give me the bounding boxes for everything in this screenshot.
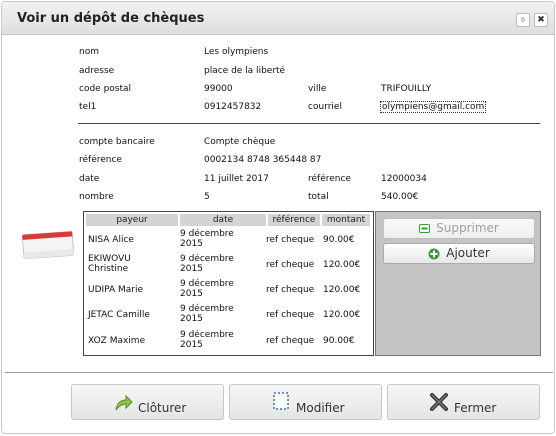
col-header-montant[interactable]: montant xyxy=(322,214,370,226)
cell-montant: 120.00€ xyxy=(323,285,361,295)
code-postal-label: code postal xyxy=(79,84,132,94)
dialog-window: Voir un dépôt de chèques ⌽ ✖ nom Les oly… xyxy=(1,1,555,434)
fermer-label: Fermer xyxy=(454,401,497,415)
cell-date: 9 décembre 2015 xyxy=(180,229,234,249)
reference2-value: 12000034 xyxy=(381,174,427,184)
cell-date: 9 décembre 2015 xyxy=(180,330,234,350)
nom-value: Les olympiens xyxy=(204,47,269,57)
date-label: date xyxy=(79,174,100,184)
minus-icon xyxy=(419,224,431,233)
reference2-label: référence xyxy=(308,174,351,184)
code-postal-value: 99000 xyxy=(204,84,233,94)
supprimer-label: Supprimer xyxy=(436,221,499,235)
col-header-date[interactable]: date xyxy=(180,214,266,226)
curved-arrow-icon xyxy=(115,394,133,411)
close-x-icon xyxy=(430,393,448,411)
cell-reference: ref cheque xyxy=(266,285,315,295)
title-bar[interactable]: Voir un dépôt de chèques ⌽ ✖ xyxy=(2,2,554,35)
cloturer-label: Clôturer xyxy=(138,401,187,415)
tel-value: 0912457832 xyxy=(204,102,262,112)
modifier-label: Modifier xyxy=(296,401,345,415)
cell-montant: 120.00€ xyxy=(323,310,361,320)
cell-montant: 120.00€ xyxy=(323,260,361,270)
courriel-label: courriel xyxy=(308,102,342,112)
cheques-table: payeur date référence montant NISA Alice… xyxy=(83,211,374,356)
cell-reference: ref cheque xyxy=(266,310,315,320)
total-value: 540.00€ xyxy=(381,192,419,202)
footer-separator xyxy=(5,372,553,373)
cell-reference: ref cheque xyxy=(266,235,315,245)
reference-value: 0002134 8748 365448 87 xyxy=(204,155,322,165)
cell-reference: ref cheque xyxy=(266,336,315,346)
cloturer-button[interactable]: Clôturer xyxy=(71,384,224,420)
fermer-button[interactable]: Fermer xyxy=(387,384,540,420)
cell-payeur: XOZ Maxime xyxy=(88,336,146,346)
adresse-value: place de la liberté xyxy=(204,66,286,76)
compte-label: compte bancaire xyxy=(79,137,155,147)
cell-reference: ref cheque xyxy=(266,260,315,270)
cell-date: 9 décembre 2015 xyxy=(180,304,234,324)
nombre-label: nombre xyxy=(79,192,114,202)
cheque-actions-panel: Supprimer Ajouter xyxy=(375,211,541,356)
tel-label: tel1 xyxy=(79,102,97,112)
supprimer-button[interactable]: Supprimer xyxy=(383,218,535,239)
cell-payeur: JETAC Camille xyxy=(88,310,150,320)
nombre-value: 5 xyxy=(204,192,210,202)
cell-payeur: NISA Alice xyxy=(88,235,134,245)
window-title: Voir un dépôt de chèques xyxy=(17,11,205,26)
cell-payeur: EKIWOVU Christine xyxy=(88,254,131,274)
adresse-label: adresse xyxy=(79,66,115,76)
cell-montant: 90.00€ xyxy=(323,336,355,346)
ville-label: ville xyxy=(308,84,327,94)
credit-card-icon xyxy=(22,231,75,260)
col-header-payeur[interactable]: payeur xyxy=(86,214,178,226)
date-value: 11 juillet 2017 xyxy=(204,174,269,184)
ville-value: TRIFOUILLY xyxy=(381,84,432,94)
total-label: total xyxy=(308,192,329,202)
col-header-reference[interactable]: référence xyxy=(268,214,320,226)
modifier-button[interactable]: Modifier xyxy=(229,384,382,420)
cell-date: 9 décembre 2015 xyxy=(180,279,234,299)
restore-button[interactable]: ⌽ xyxy=(516,13,530,27)
cell-date: 9 décembre 2015 xyxy=(180,254,234,274)
reference-label: référence xyxy=(79,155,122,165)
close-button[interactable]: ✖ xyxy=(534,13,548,27)
cell-payeur: UDIPA Marie xyxy=(88,285,144,295)
courriel-link[interactable]: olympiens@gmail.com xyxy=(380,101,487,113)
ajouter-button[interactable]: Ajouter xyxy=(383,243,535,264)
plus-circle-icon xyxy=(428,248,440,259)
compte-value: Compte chèque xyxy=(204,137,276,147)
separator xyxy=(78,123,540,124)
nom-label: nom xyxy=(79,47,99,57)
ajouter-label: Ajouter xyxy=(446,246,490,260)
edit-frame-icon xyxy=(273,392,289,410)
cell-montant: 90.00€ xyxy=(323,235,355,245)
